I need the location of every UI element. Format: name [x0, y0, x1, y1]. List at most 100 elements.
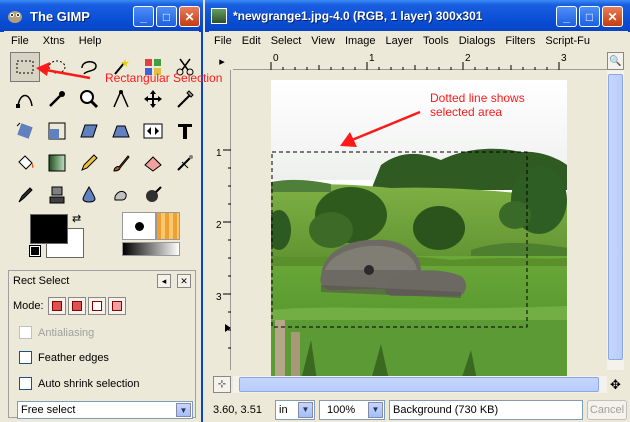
vertical-scroll-thumb[interactable] [608, 74, 623, 360]
select-mode-dropdown[interactable]: Free select ▼ [17, 401, 193, 419]
vertical-ruler[interactable]: 1 2 3 [213, 70, 231, 370]
menu-tools[interactable]: Tools [418, 35, 454, 47]
image-window-title: *newgrange1.jpg-4.0 (RGB, 1 layer) 300x3… [233, 9, 483, 23]
scale-icon[interactable] [42, 116, 72, 146]
zoom-value: 100% [327, 403, 356, 416]
cancel-label: Cancel [589, 403, 625, 416]
menu-script-fu[interactable]: Script-Fu [540, 35, 595, 47]
maximize-button[interactable]: □ [156, 6, 177, 27]
ink-icon[interactable] [10, 180, 40, 210]
move-view-icon[interactable]: ✥ [607, 376, 624, 393]
blur-icon[interactable] [74, 180, 104, 210]
cancel-button[interactable]: Cancel [587, 399, 627, 420]
menu-dialogs[interactable]: Dialogs [454, 35, 501, 47]
menu-layer[interactable]: Layer [381, 35, 419, 47]
mode-label: Mode: [13, 300, 44, 312]
toolbox-title: The GIMP [30, 8, 90, 24]
menu-select[interactable]: Select [266, 35, 307, 47]
ruler-h-label: 1 [369, 53, 375, 64]
antialiasing-label: Antialiasing [38, 326, 95, 339]
vertical-scrollbar[interactable] [607, 70, 624, 370]
chevron-down-icon[interactable]: ▼ [298, 401, 313, 418]
rotate-icon[interactable] [10, 116, 40, 146]
measure-icon[interactable] [106, 84, 136, 114]
color-picker-icon[interactable] [42, 84, 72, 114]
selection-mode-row: Mode: [13, 297, 126, 315]
menu-edit[interactable]: Edit [237, 35, 266, 47]
feather-edges-checkbox[interactable]: Feather edges [19, 351, 109, 364]
unit-dropdown[interactable]: in ▼ [275, 399, 315, 420]
gradient-preview[interactable] [122, 242, 180, 256]
chevron-down-icon[interactable]: ▼ [368, 401, 383, 418]
chevron-down-icon[interactable]: ▼ [176, 403, 191, 417]
antialiasing-checkbox[interactable]: Antialiasing [19, 326, 94, 339]
ruler-v-label: 2 [216, 220, 222, 231]
perspective-icon[interactable] [106, 116, 136, 146]
ruler-ticks [270, 62, 560, 70]
auto-shrink-label: Auto shrink selection [38, 377, 140, 390]
lasso-icon[interactable] [74, 52, 104, 82]
default-colors-icon[interactable] [29, 245, 41, 257]
auto-shrink-checkbox[interactable]: Auto shrink selection [19, 377, 140, 390]
move-icon[interactable] [138, 84, 168, 114]
smudge-icon[interactable] [106, 180, 136, 210]
mode-intersect-button[interactable] [107, 297, 126, 315]
horizontal-ruler[interactable]: 0 1 2 3 [233, 52, 607, 70]
image-maximize-button[interactable]: □ [579, 6, 600, 27]
shear-icon[interactable] [74, 116, 104, 146]
paths-icon[interactable] [10, 84, 40, 114]
foreground-color-swatch[interactable] [30, 214, 68, 244]
pattern-preview[interactable] [156, 212, 180, 240]
zoom-dropdown[interactable]: 100% ▼ [319, 399, 385, 420]
feather-edges-label: Feather edges [38, 351, 109, 364]
swap-colors-icon[interactable]: ⇄ [72, 212, 81, 225]
menu-file[interactable]: File [4, 35, 36, 47]
paintbrush-icon[interactable] [106, 148, 136, 178]
mode-replace-button[interactable] [47, 297, 66, 315]
eraser-icon[interactable] [138, 148, 168, 178]
minimize-button[interactable]: _ [133, 6, 154, 27]
image-close-button[interactable]: ✕ [602, 6, 623, 27]
rect-select-icon[interactable] [10, 52, 40, 82]
tool-options-title: Rect Select [13, 275, 70, 287]
panel-menu-button[interactable]: ◂ [157, 274, 171, 288]
ellipse-select-icon[interactable] [42, 52, 72, 82]
horizontal-scroll-thumb[interactable] [239, 377, 599, 392]
menu-file[interactable]: File [209, 35, 237, 47]
mode-subtract-button[interactable] [87, 297, 106, 315]
menu-image[interactable]: Image [340, 35, 381, 47]
bucket-fill-icon[interactable] [10, 148, 40, 178]
image-menubar: File Edit Select View Image Layer Tools … [209, 31, 628, 51]
image-menu-button[interactable]: ▸ [213, 52, 231, 70]
toolbox-titlebar[interactable]: The GIMP _ □ ✕ [0, 0, 203, 32]
zoom-to-fit-button[interactable]: 🔍 [607, 52, 624, 70]
newgrange-photo[interactable] [271, 80, 567, 380]
menu-help[interactable]: Help [72, 35, 109, 47]
blend-icon[interactable] [42, 148, 72, 178]
menu-filters[interactable]: Filters [500, 35, 540, 47]
magnify-icon[interactable] [74, 84, 104, 114]
menu-xtns[interactable]: Xtns [36, 35, 72, 47]
clone-icon[interactable] [42, 180, 72, 210]
close-button[interactable]: ✕ [179, 6, 200, 27]
image-minimize-button[interactable]: _ [556, 6, 577, 27]
image-titlebar[interactable]: *newgrange1.jpg-4.0 (RGB, 1 layer) 300x3… [205, 0, 630, 32]
text-icon[interactable] [170, 116, 200, 146]
airbrush-icon[interactable] [170, 148, 200, 178]
crop-icon[interactable] [170, 84, 200, 114]
status-bar: 3.60, 3.51 in ▼ 100% ▼ Background (730 K… [205, 397, 630, 422]
mode-add-button[interactable] [67, 297, 86, 315]
horizontal-scrollbar[interactable] [233, 376, 607, 393]
navigate-icon[interactable]: ⊹ [213, 376, 231, 393]
brush-preview[interactable] [122, 212, 156, 240]
flip-icon[interactable] [138, 116, 168, 146]
menu-view[interactable]: View [306, 35, 340, 47]
image-window-icon [211, 8, 227, 24]
toolbox-window: The GIMP _ □ ✕ File Xtns Help ⇄ Rect Sel… [0, 0, 203, 422]
ruler-h-label: 2 [465, 53, 471, 64]
pencil-icon[interactable] [74, 148, 104, 178]
dodge-burn-icon[interactable] [138, 180, 168, 210]
annotation-dotted-line-2: selected area [430, 105, 503, 119]
image-canvas[interactable] [233, 70, 607, 380]
panel-close-button[interactable]: ✕ [177, 274, 191, 288]
